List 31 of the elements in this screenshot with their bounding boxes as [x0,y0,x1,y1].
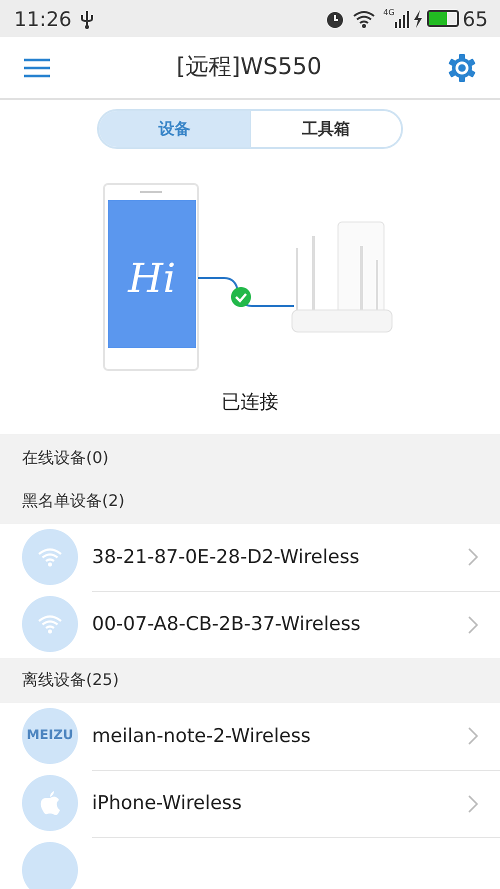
menu-icon[interactable] [24,58,50,78]
charging-icon [412,10,423,28]
device-name[interactable]: meilan-note-2-Wireless [92,722,311,750]
page-title: [远程]WS550 [176,53,322,82]
clock-time: 11:26 [14,6,72,32]
settings-icon[interactable] [448,54,476,82]
chevron-icon[interactable] [468,548,478,566]
check-icon [231,287,251,307]
wifi-icon [353,10,376,28]
tab[interactable]: 工具箱 [250,111,401,147]
wifi-icon [37,614,63,634]
device-name[interactable]: 00-07-A8-CB-2B-37-Wireless [92,610,360,639]
chevron-icon[interactable] [468,727,478,745]
chevron-icon[interactable] [468,616,478,634]
device-name[interactable]: iPhone-Wireless [92,789,242,818]
logo-text: Hi [128,256,176,302]
section-title: 离线设备(25) [22,669,119,691]
battery-icon [426,10,459,27]
device-name[interactable]: 38-21-87-0E-28-D2-Wireless [92,542,360,572]
device-avatar [22,842,78,889]
apple-icon [39,790,61,816]
usb-icon [80,8,94,28]
chevron-icon[interactable] [468,794,478,812]
section-title: 黑名单设备(2) [22,490,125,512]
battery-percent: 65 [462,6,488,32]
section-title: 在线设备(0) [22,447,109,469]
avatar-text: MEIZU [26,727,74,746]
network-label: 4G [383,7,395,19]
wifi-icon [37,547,63,567]
connection-status: 已连接 [220,390,280,415]
signal-icon [394,10,409,28]
